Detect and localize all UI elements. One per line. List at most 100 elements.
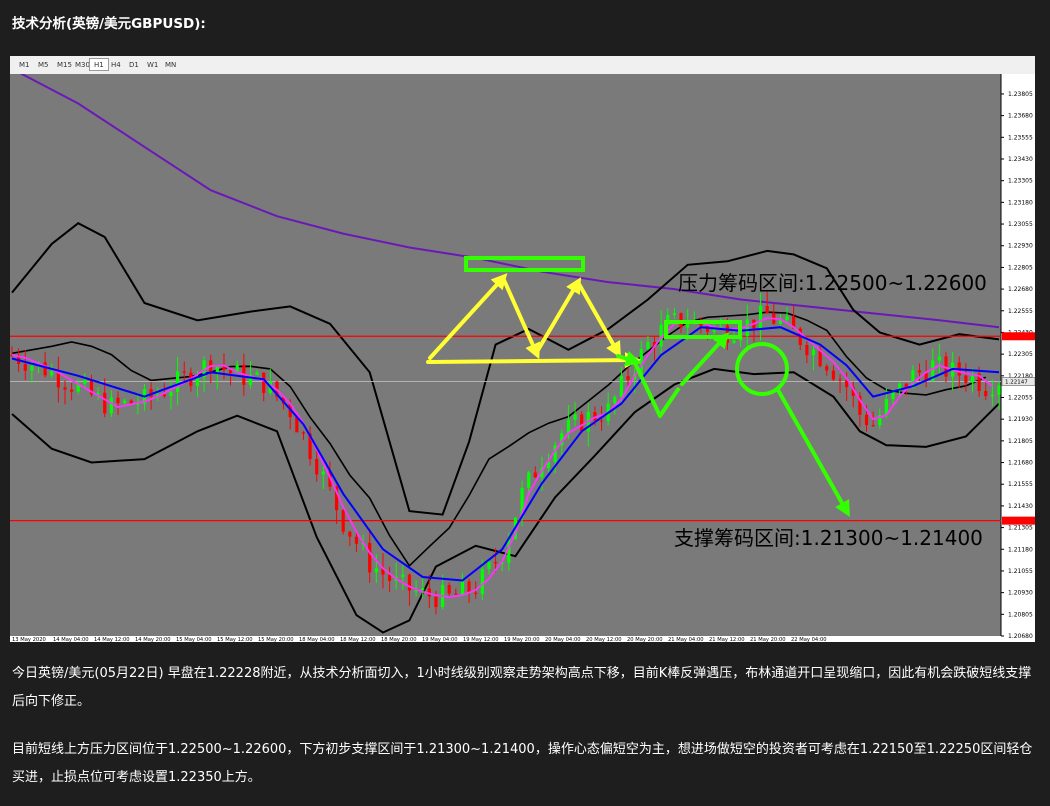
candle-body — [686, 324, 690, 328]
candle-body — [613, 396, 617, 404]
candle-body — [401, 574, 405, 577]
candle-body — [573, 414, 577, 420]
price-chart: M1 M5 M15 M30 H1 H4 D1 W1 MN 1.23805 1.23… — [10, 56, 1035, 642]
x-tick-label: 13 May 2020 — [12, 637, 46, 642]
y-tick-label: 1.21430 — [1008, 503, 1033, 510]
candle-body — [745, 319, 749, 337]
y-tick-label: 1.21930 — [1008, 416, 1033, 423]
candle-body — [566, 419, 571, 434]
y-tick-label: 1.21680 — [1008, 460, 1033, 467]
candle-body — [626, 376, 630, 380]
plot-background — [10, 74, 1001, 636]
candle-body — [315, 459, 319, 475]
candle-body — [646, 341, 650, 350]
candle-body — [785, 316, 789, 321]
candle-body — [262, 372, 266, 393]
x-tick-label: 18 May 04:00 — [299, 637, 335, 642]
candle-body — [533, 472, 537, 478]
y-tick-label: 1.23180 — [1008, 199, 1033, 206]
candle-body — [30, 365, 34, 371]
x-tick-label: 15 May 04:00 — [176, 637, 212, 642]
candle-body — [43, 362, 47, 376]
candle-body — [421, 588, 425, 591]
price-level-tag — [1002, 332, 1035, 341]
timeframe-button-h4[interactable]: H4 — [106, 58, 126, 71]
candle-body — [732, 340, 736, 343]
x-tick-label: 21 May 12:00 — [709, 637, 745, 642]
candle-body — [964, 375, 968, 383]
x-tick-label: 14 May 20:00 — [135, 637, 171, 642]
y-tick-label: 1.22555 — [1008, 308, 1033, 315]
timeframe-button-m5[interactable]: M5 — [33, 58, 54, 71]
y-tick-label: 1.22930 — [1008, 243, 1033, 250]
candle-body — [182, 371, 186, 373]
resistance-zone-label: 压力筹码区间:1.22500~1.22600 — [678, 271, 987, 295]
timeframe-toolbar: M1 M5 M15 M30 H1 H4 D1 W1 MN — [10, 56, 1035, 75]
y-tick-label: 1.23680 — [1008, 113, 1033, 120]
candle-body — [831, 370, 835, 380]
y-tick-label: 1.21055 — [1008, 568, 1033, 575]
y-tick-label: 1.23305 — [1008, 178, 1033, 185]
timeframe-button-d1[interactable]: D1 — [124, 58, 144, 71]
candle-body — [70, 389, 74, 392]
candle-body — [480, 568, 484, 594]
y-tick-label: 1.22680 — [1008, 286, 1033, 293]
candle-body — [23, 363, 27, 371]
y-tick-label: 1.22305 — [1008, 351, 1033, 358]
x-tick-label: 15 May 20:00 — [258, 637, 294, 642]
y-tick-label: 1.21555 — [1008, 481, 1033, 488]
x-tick-label: 18 May 12:00 — [340, 637, 376, 642]
candle-body — [447, 585, 451, 594]
candle-body — [301, 432, 306, 434]
x-tick-label: 21 May 04:00 — [668, 637, 704, 642]
chart-plot-area: 1.23805 1.23680 1.23555 1.23430 1.23305 1.231… — [10, 74, 1035, 642]
support-zone-label: 支撑筹码区间:1.21300~1.21400 — [674, 526, 983, 550]
candle-body — [50, 371, 54, 376]
candle-body — [169, 391, 173, 397]
candle-body — [864, 414, 869, 426]
candle-body — [116, 397, 120, 404]
candle-body — [619, 376, 624, 397]
candle-body — [434, 596, 438, 607]
candle-body — [990, 394, 994, 397]
candle-body — [176, 371, 180, 392]
x-tick-label: 20 May 12:00 — [586, 637, 622, 642]
analysis-paragraph-2: 目前短线上方压力区间位于1.22500~1.22600，下方初步支撑区间于1.2… — [12, 742, 1033, 785]
candle-body — [917, 370, 922, 373]
timeframe-button-mn[interactable]: MN — [160, 58, 181, 71]
x-tick-label: 19 May 04:00 — [422, 637, 458, 642]
y-tick-label: 1.21305 — [1008, 525, 1033, 532]
candle-body — [467, 581, 471, 593]
candle-body — [758, 305, 763, 329]
x-tick-label: 19 May 12:00 — [463, 637, 499, 642]
candle-body — [765, 305, 769, 314]
candle-body — [63, 387, 67, 390]
candle-body — [374, 568, 378, 573]
candle-body — [103, 392, 107, 414]
y-tick-label: 1.20930 — [1008, 590, 1033, 597]
x-tick-label: 15 May 12:00 — [217, 637, 253, 642]
candle-body — [527, 472, 531, 488]
candle-body — [719, 325, 723, 327]
x-tick-label: 21 May 20:00 — [750, 637, 786, 642]
candle-body — [984, 390, 988, 397]
y-tick-label: 1.23805 — [1008, 91, 1033, 98]
x-tick-label: 19 May 20:00 — [504, 637, 540, 642]
candle-body — [493, 562, 498, 564]
candle-body — [321, 471, 325, 475]
candle-body — [348, 531, 352, 537]
candle-body — [725, 325, 730, 343]
candle-body — [460, 581, 465, 595]
candle-body — [454, 593, 458, 595]
candle-body — [487, 562, 491, 569]
candle-body — [341, 510, 345, 532]
timeframe-button-m1[interactable]: M1 — [14, 58, 35, 71]
x-tick-label: 20 May 04:00 — [545, 637, 581, 642]
candle-body — [255, 372, 259, 375]
candle-body — [368, 542, 372, 573]
x-tick-label: 20 May 20:00 — [627, 637, 663, 642]
candle-body — [83, 379, 87, 384]
x-tick-label: 14 May 04:00 — [53, 637, 89, 642]
candle-body — [580, 414, 584, 432]
analysis-paragraph-1: 今日英镑/美元(05月22日) 早盘在1.22228附近，从技术分析面切入，1小… — [12, 666, 1032, 709]
